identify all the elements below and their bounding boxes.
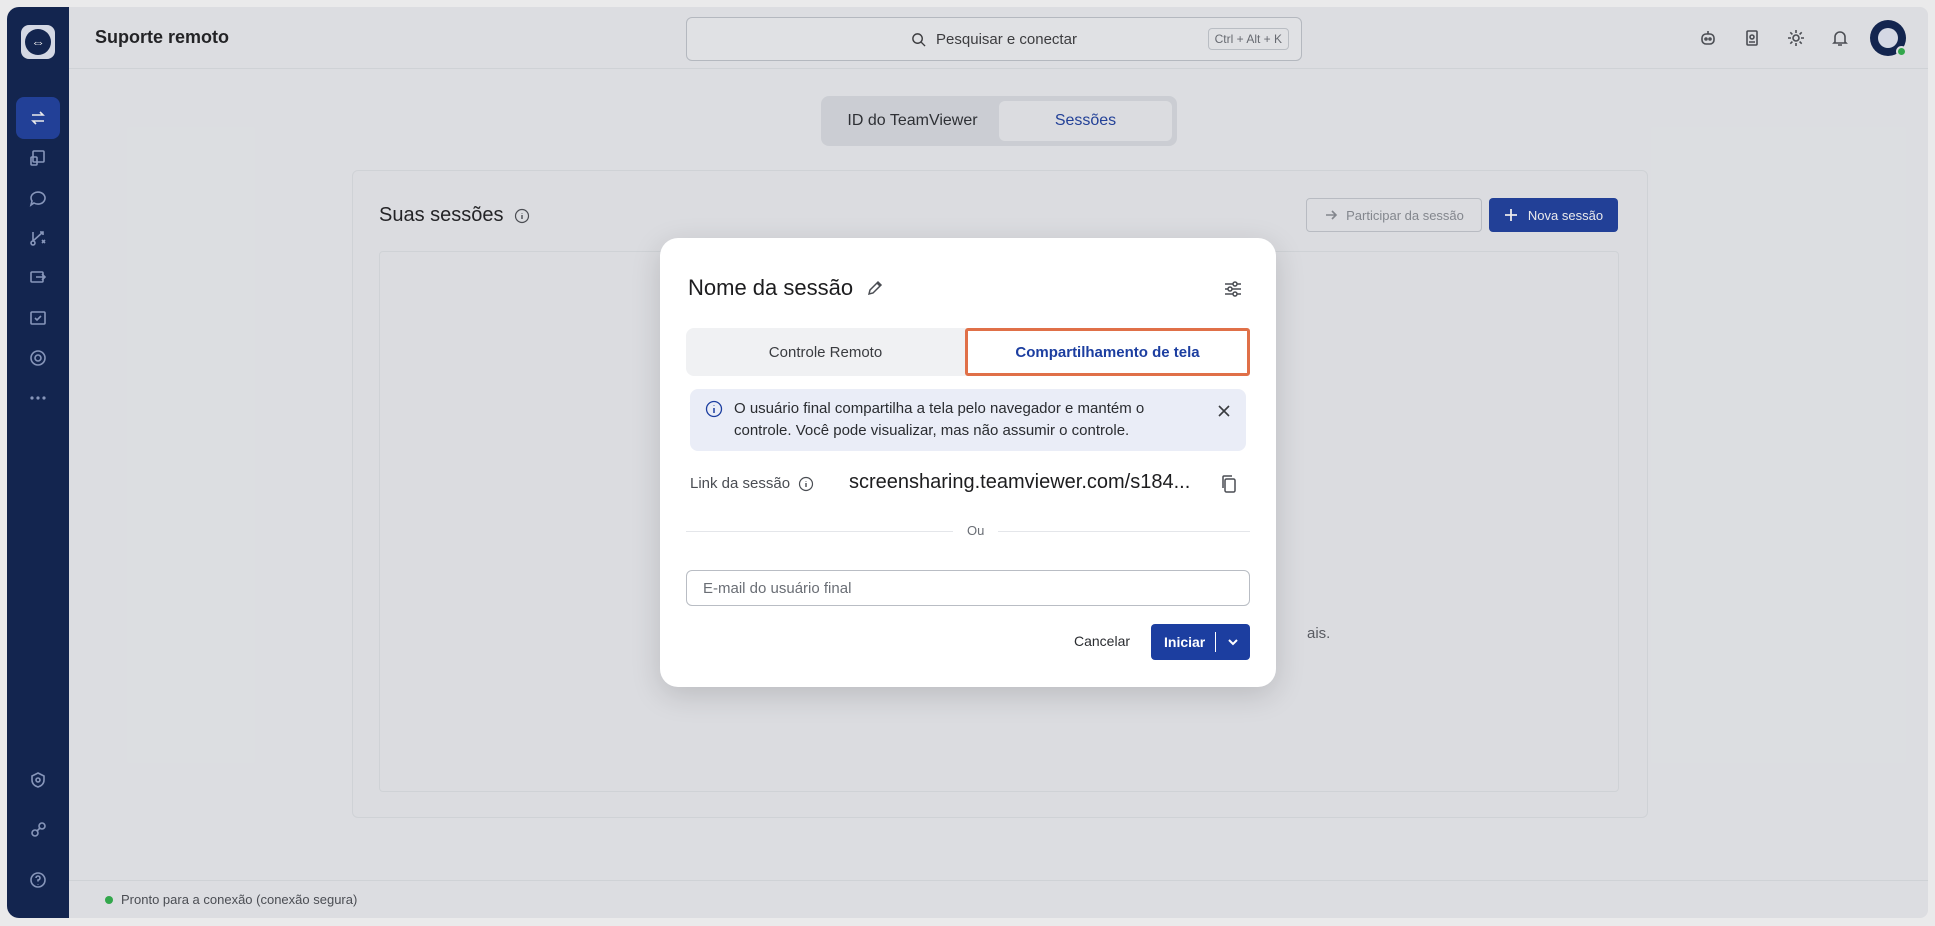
info-text: O usuário final compartilha a tela pelo … bbox=[734, 400, 1145, 439]
start-button[interactable]: Iniciar bbox=[1151, 624, 1250, 660]
or-separator: Ou bbox=[953, 523, 999, 538]
session-link-label-text: Link da sessão bbox=[690, 475, 791, 492]
info-icon[interactable] bbox=[798, 476, 814, 492]
session-link-label: Link da sessão bbox=[690, 475, 814, 492]
sliders-icon[interactable] bbox=[1222, 278, 1246, 302]
tab-remote-control[interactable]: Controle Remoto bbox=[686, 328, 965, 376]
pencil-icon[interactable] bbox=[865, 278, 885, 298]
session-name: Nome da sessão bbox=[688, 275, 854, 300]
close-icon[interactable] bbox=[1216, 403, 1232, 419]
dialog-title: Nome da sessão bbox=[688, 275, 885, 301]
copy-icon[interactable] bbox=[1220, 474, 1238, 494]
new-session-dialog: Nome da sessão Controle Remoto Compartil… bbox=[660, 238, 1276, 687]
tab-screen-sharing[interactable]: Compartilhamento de tela bbox=[965, 328, 1250, 376]
cancel-button[interactable]: Cancelar bbox=[1064, 624, 1140, 658]
info-banner: O usuário final compartilha a tela pelo … bbox=[690, 389, 1246, 451]
start-button-label: Iniciar bbox=[1164, 634, 1206, 650]
session-type-tabs: Controle Remoto Compartilhamento de tela bbox=[686, 328, 1250, 376]
info-icon bbox=[705, 400, 723, 418]
chevron-down-icon[interactable] bbox=[1216, 635, 1250, 649]
session-link-value[interactable]: screensharing.teamviewer.com/s184... bbox=[849, 471, 1209, 494]
end-user-email-field[interactable] bbox=[686, 570, 1250, 606]
session-link-row: Link da sessão screensharing.teamviewer.… bbox=[690, 468, 1246, 498]
